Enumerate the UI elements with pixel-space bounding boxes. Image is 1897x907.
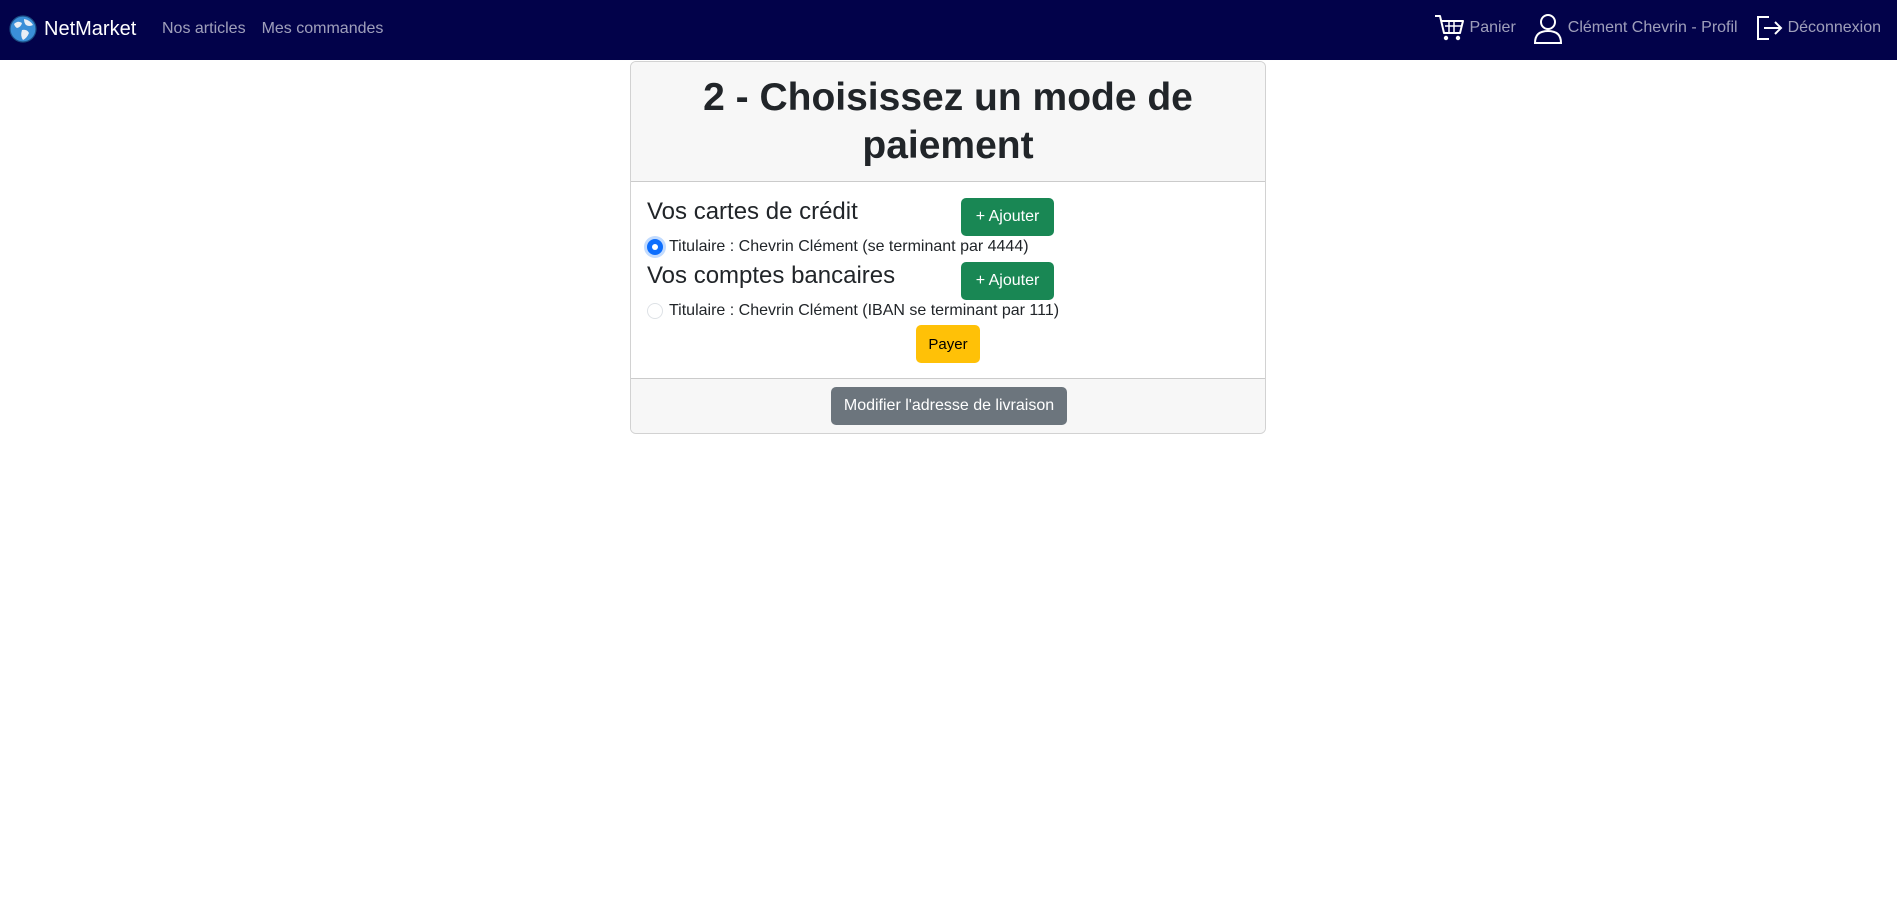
bank-account-option[interactable]: Titulaire : Chevrin Clément (IBAN se ter… bbox=[647, 302, 1059, 320]
nav-right-links: Panier Clément Chevrin - Profil Déconnex… bbox=[1434, 12, 1881, 44]
edit-delivery-address-button[interactable]: Modifier l'adresse de livraison bbox=[831, 387, 1067, 425]
pay-button[interactable]: Payer bbox=[916, 325, 980, 363]
logout-icon bbox=[1756, 16, 1783, 40]
card-body: Vos cartes de crédit + Ajouter Titulaire… bbox=[631, 182, 1265, 379]
cart-icon bbox=[1434, 15, 1464, 41]
navbar: NetMarket Nos articles Mes commandes Pan… bbox=[0, 0, 1897, 60]
logout-label: Déconnexion bbox=[1787, 19, 1881, 36]
profile-label: Clément Chevrin - Profil bbox=[1567, 19, 1738, 36]
bank-accounts-heading: Vos comptes bancaires bbox=[647, 262, 896, 289]
card-header: 2 - Choisissez un mode de paiement bbox=[631, 62, 1265, 182]
credit-card-option-label: Titulaire : Chevrin Clément (se terminan… bbox=[669, 238, 1029, 255]
brand-name: NetMarket bbox=[44, 17, 137, 40]
credit-card-radio[interactable] bbox=[647, 239, 663, 255]
credit-card-option[interactable]: Titulaire : Chevrin Clément (se terminan… bbox=[647, 238, 1029, 256]
nav-profile[interactable]: Clément Chevrin - Profil bbox=[1532, 12, 1738, 44]
payment-card: 2 - Choisissez un mode de paiement Vos c… bbox=[630, 61, 1266, 434]
user-icon bbox=[1533, 14, 1562, 44]
nav-logout[interactable]: Déconnexion bbox=[1754, 13, 1881, 43]
add-credit-card-button[interactable]: + Ajouter bbox=[961, 198, 1054, 236]
nav-cart[interactable]: Panier bbox=[1434, 13, 1516, 43]
bank-account-option-label: Titulaire : Chevrin Clément (IBAN se ter… bbox=[669, 302, 1060, 319]
cart-label: Panier bbox=[1469, 19, 1516, 36]
nav-left-links: Nos articles Mes commandes bbox=[162, 18, 383, 40]
nav-link-articles[interactable]: Nos articles bbox=[162, 18, 246, 40]
bank-account-radio[interactable] bbox=[647, 303, 663, 319]
page-title: 2 - Choisissez un mode de paiement bbox=[703, 75, 1193, 167]
add-bank-account-button[interactable]: + Ajouter bbox=[961, 262, 1054, 300]
brand-link[interactable]: NetMarket bbox=[8, 14, 136, 44]
nav-link-orders[interactable]: Mes commandes bbox=[262, 18, 384, 40]
globe-logo-icon bbox=[9, 15, 37, 43]
credit-cards-heading: Vos cartes de crédit bbox=[647, 198, 858, 225]
card-footer: Modifier l'adresse de livraison bbox=[631, 378, 1265, 433]
